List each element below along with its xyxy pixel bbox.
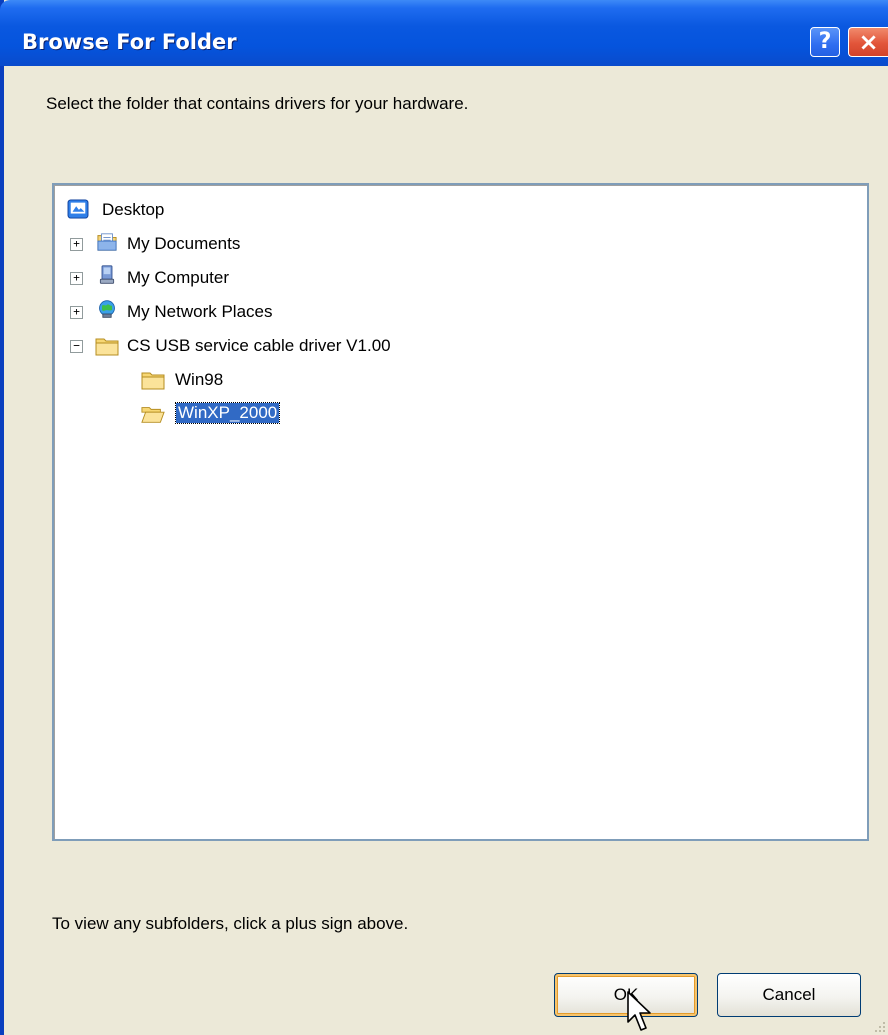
close-button[interactable]: ×: [848, 27, 888, 57]
folder-open-icon: [141, 407, 165, 423]
expand-button[interactable]: +: [70, 272, 83, 285]
resize-grip-icon[interactable]: [874, 1021, 886, 1033]
expand-button[interactable]: +: [70, 306, 83, 319]
network-places-icon: [99, 300, 115, 318]
mouse-pointer-icon: [627, 991, 651, 1031]
instruction-text: Select the folder that contains drivers …: [46, 94, 469, 113]
tree-item-winxp-2000[interactable]: WinXP_2000: [54, 399, 854, 429]
my-documents-icon: [97, 233, 117, 251]
help-button[interactable]: ?: [810, 27, 840, 57]
tree-item-my-computer[interactable]: + My Computer: [54, 263, 854, 293]
tree-item-cs-usb-driver[interactable]: − CS USB service cable driver V1.00: [54, 331, 854, 361]
window-title: Browse For Folder: [22, 30, 237, 54]
tree-item-my-network-places[interactable]: + My Network Places: [54, 297, 854, 327]
tree-item-label: CS USB service cable driver V1.00: [127, 336, 391, 355]
hint-text: To view any subfolders, click a plus sig…: [52, 914, 409, 933]
my-computer-icon: [99, 265, 115, 284]
folder-icon: [95, 338, 119, 356]
tree-item-label: Desktop: [102, 200, 165, 219]
tree-item-label: WinXP_2000: [174, 402, 281, 424]
tree-item-label: My Documents: [127, 234, 241, 253]
tree-item-label: My Network Places: [127, 302, 273, 321]
folder-tree[interactable]: Desktop + My Documents + My Computer + M…: [52, 183, 869, 841]
tree-item-win98[interactable]: Win98: [54, 365, 854, 395]
browse-for-folder-dialog: Browse For Folder ? × Select the folder …: [0, 0, 888, 1035]
title-bar[interactable]: Browse For Folder ? ×: [0, 0, 888, 66]
collapse-button[interactable]: −: [70, 340, 83, 353]
desktop-icon: [67, 199, 89, 219]
folder-icon: [141, 372, 165, 390]
tree-item-desktop[interactable]: Desktop: [54, 195, 854, 225]
cancel-button[interactable]: Cancel: [717, 973, 861, 1017]
tree-item-my-documents[interactable]: + My Documents: [54, 229, 854, 259]
tree-item-label: My Computer: [127, 268, 230, 287]
expand-button[interactable]: +: [70, 238, 83, 251]
tree-item-label: Win98: [175, 370, 224, 389]
